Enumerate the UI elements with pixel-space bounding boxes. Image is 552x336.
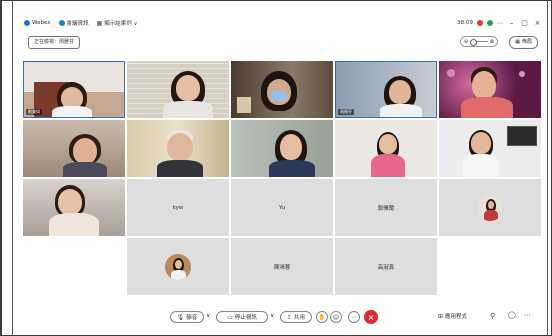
share-icon: ⇪ <box>286 313 292 321</box>
participant-tile[interactable]: Yu <box>231 179 333 236</box>
participant-tile[interactable] <box>231 120 333 177</box>
participant-name: 劉美如 <box>26 109 42 115</box>
meeting-controls: 🎙 靜音 ∨ ▭ 停止視訊 ∨ ⇪ 共用 ✋ ☺ ⋯ × ⊞ 應用程式 ⚲ ◯ … <box>24 310 542 325</box>
smiley-icon: ☺ <box>332 313 340 321</box>
participant-name: kyw <box>172 204 184 211</box>
recording-icon[interactable] <box>477 20 483 26</box>
participant-tile[interactable] <box>127 120 229 177</box>
mute-options-chevron-icon[interactable]: ∨ <box>206 312 210 319</box>
display-dropdown[interactable]: ▦ 顯示結果例 ∨ <box>96 19 138 28</box>
participant-tile[interactable]: 周雅芬 <box>335 61 437 118</box>
stop-video-button[interactable]: ▭ 停止視訊 <box>216 311 268 323</box>
leave-meeting-button[interactable]: × <box>364 310 378 324</box>
close-button[interactable]: × <box>533 19 542 27</box>
apps-icon: ⊞ <box>438 312 444 320</box>
share-button[interactable]: ⇪ 共用 <box>280 311 312 323</box>
participant-name: 鄭雅蘭 <box>377 205 395 212</box>
minimize-button[interactable]: – <box>507 19 516 27</box>
participant-tile[interactable]: 鄭雅蘭 <box>335 179 437 236</box>
participant-tile[interactable]: kyw <box>127 179 229 236</box>
connection-status-icon[interactable] <box>487 20 493 26</box>
more-options-icon[interactable]: ⋯ <box>497 20 503 27</box>
participant-tile[interactable] <box>127 61 229 118</box>
participant-name: Yu <box>278 204 286 211</box>
zoom-track[interactable] <box>470 39 488 46</box>
participant-name: 陳鴻蓉 <box>273 264 291 271</box>
display-dropdown-label: 顯示結果例 ∨ <box>104 21 138 27</box>
apps-label: 應用程式 <box>445 314 468 320</box>
layout-label: 佈局 <box>521 39 532 45</box>
zoom-slider[interactable]: ⊖ ⊕ <box>460 36 498 47</box>
meeting-info-label: 會議資訊 <box>66 21 89 27</box>
meeting-info-button[interactable]: 會議資訊 <box>58 19 89 27</box>
raise-hand-button[interactable]: ✋ <box>316 311 328 323</box>
microphone-icon: 🎙 <box>176 313 185 321</box>
participant-tile[interactable] <box>127 238 229 295</box>
zoom-out-icon[interactable]: ⊖ <box>464 39 468 45</box>
share-label: 共用 <box>294 315 306 321</box>
viewing-indicator[interactable]: 正在檢視：周雅芬 <box>28 36 81 49</box>
hand-icon: ✋ <box>318 313 326 321</box>
participant-tile[interactable] <box>439 61 541 118</box>
participant-tile[interactable] <box>231 61 333 118</box>
view-bar: 正在檢視：周雅芬 ⊖ ⊕ ▦ 佈局 <box>24 35 542 49</box>
app-brand: Webex <box>24 20 51 26</box>
participant-avatar <box>165 253 191 280</box>
chat-icon[interactable]: ◯ <box>508 311 516 319</box>
zoom-knob[interactable] <box>470 39 478 46</box>
layout-button[interactable]: ▦ 佈局 <box>509 36 538 49</box>
mute-button[interactable]: 🎙 靜音 <box>170 311 204 323</box>
participant-avatar <box>477 194 503 221</box>
participant-tile[interactable] <box>23 179 125 236</box>
participant-tile[interactable]: 劉美如 <box>23 61 125 118</box>
reactions-button[interactable]: ☺ <box>330 311 342 323</box>
app-name: Webex <box>32 20 51 26</box>
participant-tile[interactable]: 高淑真 <box>335 238 437 295</box>
more-panels-icon[interactable]: ⋯ <box>524 311 531 319</box>
participant-tile[interactable] <box>439 179 541 236</box>
more-button[interactable]: ⋯ <box>348 311 360 323</box>
grid-icon: ▦ <box>96 19 103 27</box>
camera-icon: ▭ <box>227 313 233 321</box>
participant-tile[interactable] <box>23 120 125 177</box>
video-options-chevron-icon[interactable]: ∨ <box>270 312 274 319</box>
stop-video-label: 停止視訊 <box>234 315 257 321</box>
layout-icon: ▦ <box>515 39 520 45</box>
close-icon: × <box>367 312 375 322</box>
participant-name: 高淑真 <box>377 264 395 271</box>
more-icon: ⋯ <box>351 313 357 321</box>
participant-tile[interactable]: 陳鴻蓉 <box>231 238 333 295</box>
titlebar-right: 38:09 ⋯ – □ × <box>457 19 542 27</box>
meeting-timer: 38:09 <box>457 20 473 26</box>
webex-logo-icon <box>24 20 30 26</box>
restore-button[interactable]: □ <box>520 19 529 27</box>
info-icon <box>58 20 65 26</box>
participant-name: 周雅芬 <box>338 109 354 115</box>
participants-icon[interactable]: ⚲ <box>490 312 495 320</box>
zoom-in-icon[interactable]: ⊕ <box>490 39 494 45</box>
apps-button[interactable]: ⊞ 應用程式 <box>438 312 468 321</box>
participant-tile[interactable] <box>335 120 437 177</box>
mute-label: 靜音 <box>186 315 198 321</box>
participant-tile[interactable] <box>439 120 541 177</box>
participant-grid: 劉美如 周雅芬 kyw Yu 鄭雅蘭 陳鴻蓉 高淑真 <box>23 61 543 297</box>
title-bar: Webex 會議資訊 ▦ 顯示結果例 ∨ 38:09 ⋯ – □ × <box>24 15 542 31</box>
